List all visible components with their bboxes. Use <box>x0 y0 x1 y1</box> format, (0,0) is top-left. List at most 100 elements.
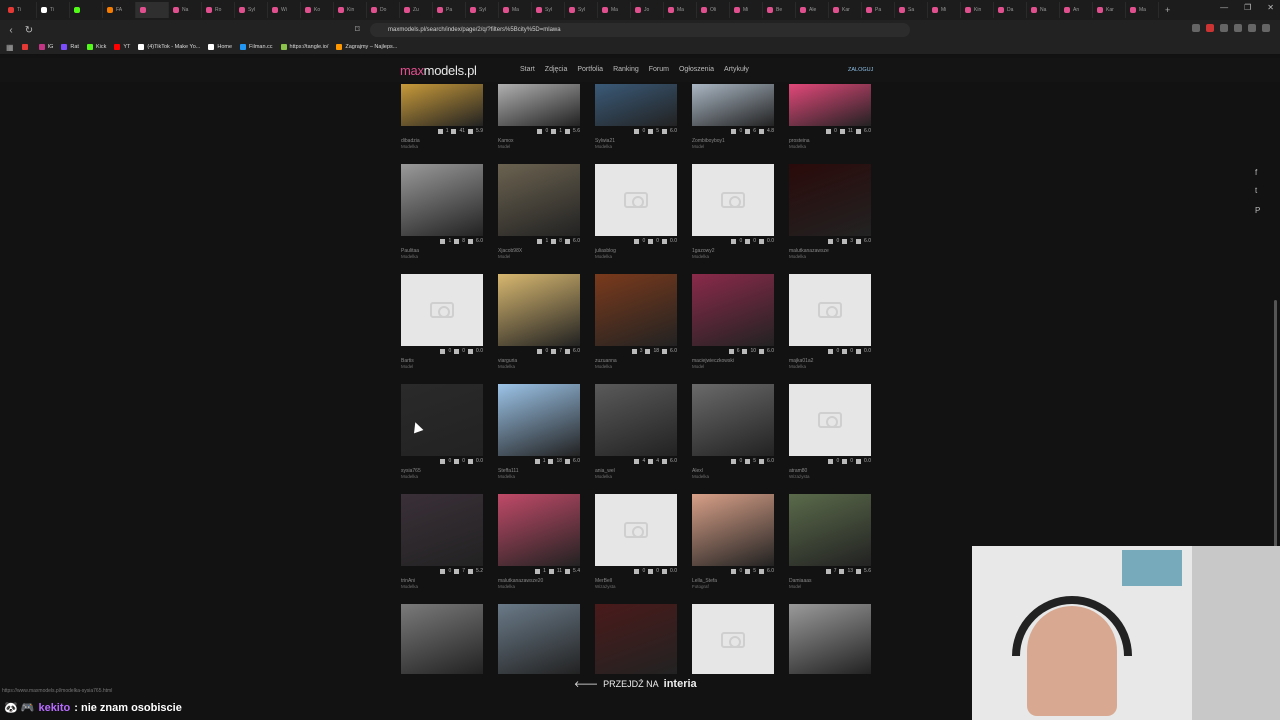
browser-tab[interactable]: Ko <box>301 2 334 18</box>
login-link[interactable]: ZALOGUJ <box>848 67 873 73</box>
browser-tab[interactable]: Pa <box>433 2 466 18</box>
scrollbar[interactable] <box>1274 300 1277 550</box>
model-card[interactable]: 0 3 6.0 malutkanazawsze Modelka <box>789 164 871 259</box>
browser-tab[interactable]: Sa <box>895 2 928 18</box>
model-photo[interactable] <box>401 604 483 674</box>
model-photo[interactable] <box>789 494 871 566</box>
browser-tab[interactable]: Jo <box>631 2 664 18</box>
menu-item[interactable]: Ranking <box>613 66 639 73</box>
model-photo[interactable] <box>789 604 871 674</box>
model-card[interactable]: 0 7 6.0 viarguria Modelka <box>498 274 580 369</box>
model-card[interactable]: 0 5 6.0 Lella_Stefa Fotograf <box>692 494 774 589</box>
browser-tab[interactable]: Mi <box>928 2 961 18</box>
browser-tab[interactable]: Kar <box>1093 2 1126 18</box>
menu-item[interactable]: Zdjęcia <box>545 66 568 73</box>
browser-tab[interactable]: Da <box>994 2 1027 18</box>
browser-tab[interactable]: Syl <box>466 2 499 18</box>
address-bar[interactable]: maxmodels.pl/search/index/page/2/q/?filt… <box>370 23 910 37</box>
model-photo[interactable] <box>595 274 677 346</box>
menu-item[interactable]: Forum <box>649 66 669 73</box>
site-logo[interactable]: maxmodels.pl <box>400 63 477 78</box>
model-photo[interactable] <box>401 384 483 456</box>
model-card[interactable] <box>498 604 580 674</box>
back-icon[interactable]: ‹ <box>4 25 18 36</box>
extension-icon[interactable] <box>1248 24 1256 32</box>
browser-tab[interactable]: FA <box>103 2 136 18</box>
model-photo[interactable] <box>789 164 871 236</box>
pinterest-icon[interactable]: P <box>1255 206 1260 215</box>
model-card[interactable]: 0 0 0.0 Bartis Model <box>401 274 483 369</box>
browser-tab[interactable]: Zu <box>400 2 433 18</box>
extension-icon[interactable] <box>1206 24 1214 32</box>
model-card[interactable]: 1 8 6.0 Paulitaa Modelka <box>401 164 483 259</box>
placeholder-photo[interactable] <box>692 164 774 236</box>
model-card[interactable] <box>401 604 483 674</box>
bookmark-item[interactable]: Rat <box>61 44 79 50</box>
model-card[interactable]: 1 41 5.9 dibadzia Modelka <box>401 84 483 149</box>
model-card[interactable]: 0 11 6.0 prosteina Modelka <box>789 84 871 149</box>
model-photo[interactable] <box>401 164 483 236</box>
browser-tab[interactable]: Be <box>763 2 796 18</box>
browser-tab[interactable]: Pa <box>862 2 895 18</box>
browser-tab[interactable]: Ti <box>37 2 70 18</box>
browser-tab[interactable]: Syl <box>565 2 598 18</box>
facebook-icon[interactable]: f <box>1255 168 1257 177</box>
browser-tab[interactable]: Kar <box>829 2 862 18</box>
browser-tab[interactable]: Ma <box>598 2 631 18</box>
browser-tab[interactable]: Do <box>367 2 400 18</box>
placeholder-photo[interactable] <box>595 494 677 566</box>
model-photo[interactable] <box>692 384 774 456</box>
model-photo[interactable] <box>498 274 580 346</box>
apps-icon[interactable]: ▦ <box>6 43 14 52</box>
model-photo[interactable] <box>692 274 774 346</box>
browser-tab[interactable]: Ro <box>202 2 235 18</box>
extension-icon[interactable] <box>1192 24 1200 32</box>
model-card[interactable]: 4 4 6.0 ania_wel Modelka <box>595 384 677 479</box>
model-card[interactable]: 0 5 6.0 Sylwia21 Modelka <box>595 84 677 149</box>
menu-item[interactable]: Portfolia <box>577 66 603 73</box>
bookmark-item[interactable]: Filman.cc <box>240 44 273 50</box>
browser-tab[interactable]: Na <box>1027 2 1060 18</box>
bookmark-icon[interactable]: ⌑ <box>355 24 360 35</box>
browser-tab[interactable] <box>136 2 169 18</box>
close-icon[interactable]: ✕ <box>1267 3 1274 12</box>
browser-tab[interactable]: Ma <box>1126 2 1159 18</box>
menu-item[interactable]: Artykuły <box>724 66 749 73</box>
model-photo[interactable] <box>498 604 580 674</box>
interia-banner[interactable]: 🡐 PRZEJDŹ NA interia <box>574 678 697 690</box>
placeholder-photo[interactable] <box>789 274 871 346</box>
bookmark-item[interactable]: YT <box>114 44 130 50</box>
bookmark-item[interactable]: IG <box>38 44 53 50</box>
browser-tab[interactable]: Ma <box>499 2 532 18</box>
placeholder-photo[interactable] <box>789 384 871 456</box>
browser-tab[interactable]: Wi <box>268 2 301 18</box>
model-card[interactable]: 0 6 4.8 Zombiboyboy1 Model <box>692 84 774 149</box>
browser-tab[interactable]: Mi <box>730 2 763 18</box>
model-photo[interactable] <box>692 84 774 126</box>
model-photo[interactable] <box>498 164 580 236</box>
model-card[interactable] <box>692 604 774 674</box>
browser-tab[interactable]: Kin <box>334 2 367 18</box>
browser-tab[interactable]: Kin <box>961 2 994 18</box>
model-card[interactable]: 0 0 0.0 1gazowy2 Modelka <box>692 164 774 259</box>
model-card[interactable] <box>595 604 677 674</box>
model-photo[interactable] <box>401 84 483 126</box>
model-card[interactable]: 0 0 0.0 juliasblog Modelka <box>595 164 677 259</box>
menu-item[interactable]: Ogłoszenia <box>679 66 714 73</box>
model-photo[interactable] <box>498 84 580 126</box>
model-card[interactable]: 0 0 0.0 MerBell Wizażysta <box>595 494 677 589</box>
model-card[interactable]: 0 5 6.0 Alexl Modelka <box>692 384 774 479</box>
browser-tab[interactable]: Oli <box>697 2 730 18</box>
model-card[interactable]: 6 10 6.0 maciejwieczkowski Model <box>692 274 774 369</box>
browser-tab[interactable] <box>70 2 103 18</box>
browser-tab[interactable]: Ma <box>664 2 697 18</box>
placeholder-photo[interactable] <box>401 274 483 346</box>
browser-tab[interactable]: Syl <box>532 2 565 18</box>
model-card[interactable]: 0 0 0.0 atram80 Wizażysta <box>789 384 871 479</box>
bookmark-item[interactable]: Zagrajmy – Najleps... <box>336 44 397 50</box>
extension-icon[interactable] <box>1220 24 1228 32</box>
model-photo[interactable] <box>789 84 871 126</box>
menu-item[interactable]: Start <box>520 66 535 73</box>
bookmark-item[interactable]: (4)TikTok - Make Yo... <box>138 44 200 50</box>
browser-tab[interactable]: Na <box>169 2 202 18</box>
